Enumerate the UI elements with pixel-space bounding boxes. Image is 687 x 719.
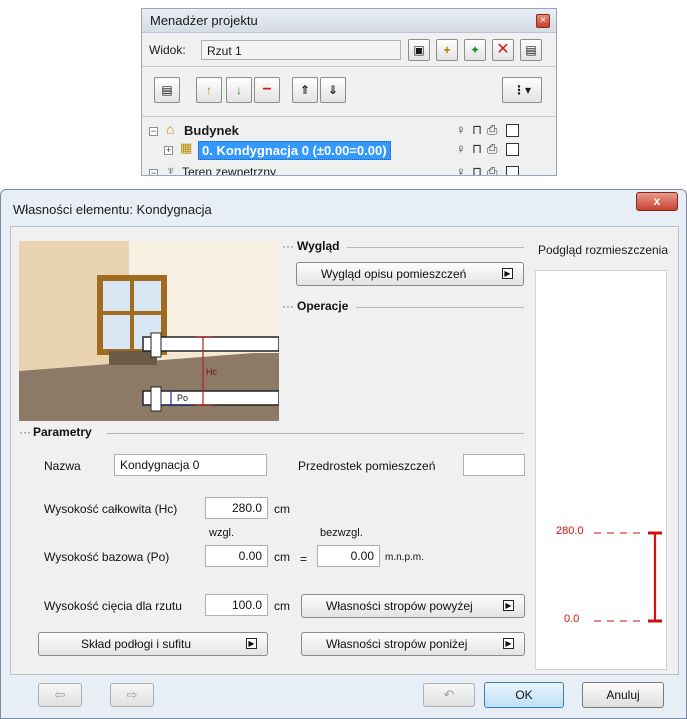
- name-label: Nazwa: [44, 459, 81, 473]
- arrow-right-icon: ▶: [503, 600, 514, 611]
- layout-preview-panel: Podgląd rozmieszczenia 280.0 0.0: [529, 237, 677, 671]
- divider: [107, 433, 524, 434]
- room-label-appearance-button[interactable]: Wygląd opisu pomieszczeń ▶: [296, 262, 524, 286]
- absolute-label: bezwzgl.: [320, 527, 363, 539]
- project-manager-title: Menadżer projektu: [150, 13, 258, 28]
- view-toolbar: Widok: Rzut 1 ▣ + ✦ ✕ ▤: [142, 33, 556, 67]
- view-properties-icon[interactable]: ▣: [408, 39, 430, 61]
- tree-toolbar: ▤ ↑ ↓ − ⇑ ⇓ ⋮▾: [142, 67, 556, 117]
- print-icon[interactable]: ⎙: [487, 164, 497, 175]
- visibility-bulb-icon[interactable]: ♀: [456, 122, 466, 137]
- room-prefix-label: Przedrostek pomieszczeń: [298, 459, 436, 473]
- building-checkbox[interactable]: [506, 124, 519, 137]
- view-select[interactable]: Rzut 1: [201, 40, 401, 60]
- terrain-icon: ♆: [166, 163, 176, 176]
- lock-icon[interactable]: ⊓: [472, 122, 482, 138]
- previous-element-button[interactable]: ⇦: [38, 683, 82, 707]
- visibility-bulb-icon[interactable]: ♀: [456, 141, 466, 156]
- total-height-unit: cm: [274, 502, 290, 516]
- ceilings-above-label: Własności stropów powyżej: [326, 599, 473, 613]
- add-level-above-icon[interactable]: ↑: [196, 77, 222, 103]
- level-icon: ▦: [180, 140, 193, 155]
- add-view-icon[interactable]: +: [436, 39, 458, 61]
- name-input[interactable]: Kondygnacja 0: [114, 454, 267, 476]
- dialog-footer: ⇦ ⇨ ↶ OK Anuluj: [10, 675, 679, 717]
- hc-label: Hc: [206, 367, 217, 377]
- print-icon[interactable]: ⎙: [487, 141, 497, 157]
- cancel-button[interactable]: Anuluj: [582, 682, 664, 708]
- next-element-button[interactable]: ⇨: [110, 683, 154, 707]
- equals-sign: =: [300, 552, 308, 566]
- project-manager-titlebar: Menadżer projektu ×: [142, 9, 556, 33]
- room-prefix-input[interactable]: [463, 454, 525, 476]
- ceilings-below-label: Własności stropów poniżej: [326, 637, 468, 651]
- properties-dialog: Własności elementu: Kondygnacja x Hc Po …: [0, 189, 687, 719]
- base-height-input[interactable]: 0.00: [205, 545, 268, 567]
- arrow-right-icon: ▶: [503, 638, 514, 649]
- external-checkbox[interactable]: [506, 166, 519, 175]
- total-height-input[interactable]: 280.0: [205, 497, 268, 519]
- ceilings-below-button[interactable]: Własności stropów poniżej ▶: [301, 632, 525, 656]
- ok-button[interactable]: OK: [484, 682, 564, 708]
- room-label-appearance-label: Wygląd opisu pomieszczeń: [321, 267, 467, 281]
- divider: [356, 307, 524, 308]
- level-illustration: Hc Po: [19, 241, 279, 421]
- lock-icon[interactable]: ⊓: [472, 164, 482, 175]
- base-height-label: Wysokość bazowa (Po): [44, 550, 170, 564]
- lock-icon[interactable]: ⊓: [472, 141, 482, 157]
- expand-level-icon[interactable]: +: [164, 146, 173, 155]
- divider: [347, 247, 524, 248]
- total-height-label: Wysokość całkowita (Hc): [44, 502, 178, 516]
- tree-item-building[interactable]: Budynek: [184, 123, 239, 138]
- arrow-right-icon: ▶: [246, 638, 257, 649]
- view-label: Widok:: [149, 43, 186, 57]
- preview-level-diagram: [594, 531, 662, 623]
- absolute-height-input[interactable]: 0.00: [317, 545, 380, 567]
- close-icon[interactable]: ×: [536, 14, 550, 28]
- relative-label: wzgl.: [209, 527, 235, 539]
- base-height-unit: cm: [274, 550, 290, 564]
- undo-icon[interactable]: ↶: [423, 683, 475, 707]
- tree-item-external-area[interactable]: Teren zewnętrzny: [182, 165, 276, 175]
- remove-level-icon[interactable]: −: [254, 77, 280, 103]
- dialog-title: Własności elementu: Kondygnacja: [13, 202, 212, 217]
- element-properties-icon[interactable]: ▤: [154, 77, 180, 103]
- po-label: Po: [177, 393, 188, 403]
- project-manager-panel: Menadżer projektu × Widok: Rzut 1 ▣ + ✦ …: [141, 8, 557, 176]
- cut-height-unit: cm: [274, 599, 290, 613]
- absolute-height-unit: m.n.p.m.: [385, 552, 424, 563]
- appearance-header: Wygląd: [297, 239, 340, 253]
- visibility-bulb-icon[interactable]: ♀: [456, 164, 466, 175]
- collapse-external-icon[interactable]: −: [149, 169, 158, 175]
- cut-height-label: Wysokość cięcia dla rzutu: [44, 599, 182, 613]
- collapse-building-icon[interactable]: −: [149, 127, 158, 136]
- delete-view-icon[interactable]: ✕: [492, 39, 514, 61]
- move-level-down-icon[interactable]: ⇓: [320, 77, 346, 103]
- move-level-up-icon[interactable]: ⇑: [292, 77, 318, 103]
- arrow-right-icon: ▶: [502, 268, 513, 279]
- view-settings-icon[interactable]: ▤: [520, 39, 542, 61]
- close-button[interactable]: x: [636, 192, 678, 211]
- tree-item-selected-level[interactable]: 0. Kondygnacja 0 (±0.00=0.00): [198, 141, 391, 160]
- floor-ceiling-composition-label: Skład podłogi i sufitu: [81, 637, 192, 651]
- building-icon: ⌂: [166, 121, 175, 137]
- preview-area: 280.0 0.0: [535, 270, 667, 670]
- ceilings-above-button[interactable]: Własności stropów powyżej ▶: [301, 594, 525, 618]
- preview-title: Podgląd rozmieszczenia: [537, 243, 669, 257]
- copy-view-icon[interactable]: ✦: [464, 39, 486, 61]
- add-level-below-icon[interactable]: ↓: [226, 77, 252, 103]
- cut-height-input[interactable]: 100.0: [205, 594, 268, 616]
- visibility-menu-icon[interactable]: ⋮▾: [502, 77, 542, 103]
- floor-ceiling-composition-button[interactable]: Skład podłogi i sufitu ▶: [38, 632, 268, 656]
- operations-header: Operacje: [297, 299, 349, 313]
- parameters-header: Parametry: [33, 425, 92, 439]
- level-checkbox[interactable]: [506, 143, 519, 156]
- print-icon[interactable]: ⎙: [487, 122, 497, 138]
